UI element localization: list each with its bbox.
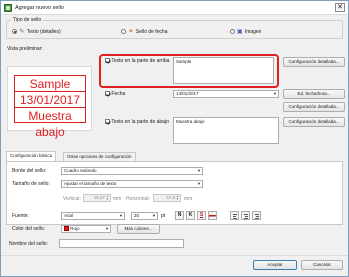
radio-label: Imagen: [244, 28, 262, 35]
chevron-down-icon: ▼: [197, 181, 201, 186]
close-button[interactable]: ✕: [335, 3, 345, 12]
checkbox-label: Fecha: [111, 91, 126, 97]
add-stamp-dialog: Agregar nuevo sello ✕ Tipo de sello ✎ Te…: [0, 0, 349, 277]
align-left-button[interactable]: [230, 211, 239, 220]
date-detail-button[interactable]: Configuración detallada...: [283, 102, 345, 112]
color-select[interactable]: Rojo ▼: [61, 225, 111, 233]
bottom-text-checkbox[interactable]: Texto en la parte de abajo: [105, 119, 169, 125]
spin-down-icon: ▼: [176, 197, 179, 201]
stamp-frame: Sample 13/01/2017 Muestra abajo: [14, 75, 86, 139]
vertical-unit: mm: [113, 196, 122, 202]
stamp-type-legend: Tipo de sello: [11, 17, 44, 23]
radio-text-details[interactable]: ✎ Texto (detalles): [12, 28, 61, 35]
spin-down-icon: ▼: [106, 197, 109, 201]
color-label: Color del sello:: [12, 226, 46, 232]
radio-label: Texto (detalles): [26, 28, 61, 35]
date-checkbox[interactable]: Fecha: [105, 91, 125, 97]
preview-top-line: Sample: [15, 76, 85, 92]
chevron-down-icon: ▼: [119, 213, 123, 218]
horizontal-spinner[interactable]: 47.8 ▲ ▼: [153, 194, 181, 202]
font-value: Arial: [64, 213, 74, 218]
preview-date-line: 13/01/2017: [15, 92, 85, 108]
radio-date-stamp[interactable]: ✦ Sello de fecha: [121, 28, 167, 35]
font-label: Fuente:: [12, 213, 29, 219]
checkbox[interactable]: [105, 91, 110, 97]
font-select[interactable]: Arial ▼: [61, 212, 125, 220]
highlight-box: [99, 54, 279, 88]
more-colors-button[interactable]: Más colores...: [117, 224, 160, 234]
font-size-select[interactable]: 20 ▼: [131, 212, 158, 220]
horizontal-label: Horizontal:: [126, 196, 150, 202]
font-size-unit: pt: [161, 213, 166, 219]
title-bar: Agregar nuevo sello ✕: [1, 1, 348, 15]
color-value: Rojo: [70, 226, 80, 231]
bold-button[interactable]: N: [175, 211, 184, 220]
chevron-down-icon: ▼: [152, 213, 156, 218]
strikethrough-button[interactable]: abc: [208, 211, 217, 220]
chevron-down-icon: ▼: [273, 91, 277, 96]
horizontal-unit: mm: [184, 196, 193, 202]
image-icon: ▣: [237, 29, 243, 35]
date-format-select[interactable]: 13/01/2017 ▼: [173, 90, 279, 98]
date-value: 13/01/2017: [176, 91, 199, 96]
bottom-text-input[interactable]: Muestra abajo: [173, 117, 279, 144]
stamp-name-input[interactable]: [59, 239, 184, 248]
underline-button[interactable]: S: [197, 211, 206, 220]
edit-date-time-button[interactable]: Ed. fecha/hora...: [283, 89, 345, 99]
tab-other-settings[interactable]: Otras opciones de configuración: [63, 152, 136, 161]
size-value: Ajustar el tamaño de texto: [64, 181, 117, 186]
size-select[interactable]: Ajustar el tamaño de texto ▼: [61, 180, 203, 188]
align-right-button[interactable]: [252, 211, 261, 220]
border-label: Borde del sello:: [12, 168, 47, 174]
horizontal-value: 47.8: [166, 195, 175, 200]
vertical-spinner[interactable]: 16.27 ▲ ▼: [83, 194, 111, 202]
cancel-button[interactable]: Cancelar: [301, 260, 343, 270]
align-center-button[interactable]: [241, 211, 250, 220]
italic-button[interactable]: K: [186, 211, 195, 220]
checkbox[interactable]: [105, 119, 110, 125]
stamp-preview: Sample 13/01/2017 Muestra abajo: [7, 66, 92, 139]
date-stamp-icon: ✦: [128, 29, 134, 35]
radio-image[interactable]: ▣ Imagen: [230, 28, 261, 35]
stamp-name-label: Nombre del sello:: [9, 241, 48, 247]
footer-divider: [1, 255, 348, 256]
top-text-detail-button[interactable]: Configuración detallada...: [283, 57, 345, 67]
size-label: Tamaño de sello:: [12, 181, 50, 187]
radio-button[interactable]: [121, 29, 126, 34]
pen-icon: ✎: [19, 29, 25, 35]
border-value: Cuadro redondo: [64, 168, 97, 173]
chevron-down-icon: ▼: [197, 168, 201, 173]
border-select[interactable]: Cuadro redondo ▼: [61, 167, 203, 175]
preview-label: Vista preliminar:: [7, 46, 43, 52]
checkbox-label: Texto en la parte de abajo: [111, 119, 169, 125]
bottom-text-detail-button[interactable]: Configuración detallada...: [283, 117, 345, 127]
preview-bottom-line: Muestra abajo: [28, 109, 72, 139]
vertical-label: Vertical:: [63, 196, 81, 202]
tab-basic-settings[interactable]: Configuración básica: [6, 151, 57, 161]
font-size-value: 20: [134, 213, 140, 218]
radio-label: Sello de fecha: [135, 28, 168, 35]
chevron-down-icon: ▼: [105, 226, 109, 231]
app-icon: [4, 4, 12, 12]
color-swatch: [64, 226, 69, 232]
window-title: Agregar nuevo sello: [15, 5, 64, 11]
accept-button[interactable]: Aceptar: [253, 260, 297, 270]
radio-button[interactable]: [12, 29, 17, 34]
vertical-value: 16.27: [93, 195, 105, 200]
radio-button[interactable]: [230, 29, 235, 34]
